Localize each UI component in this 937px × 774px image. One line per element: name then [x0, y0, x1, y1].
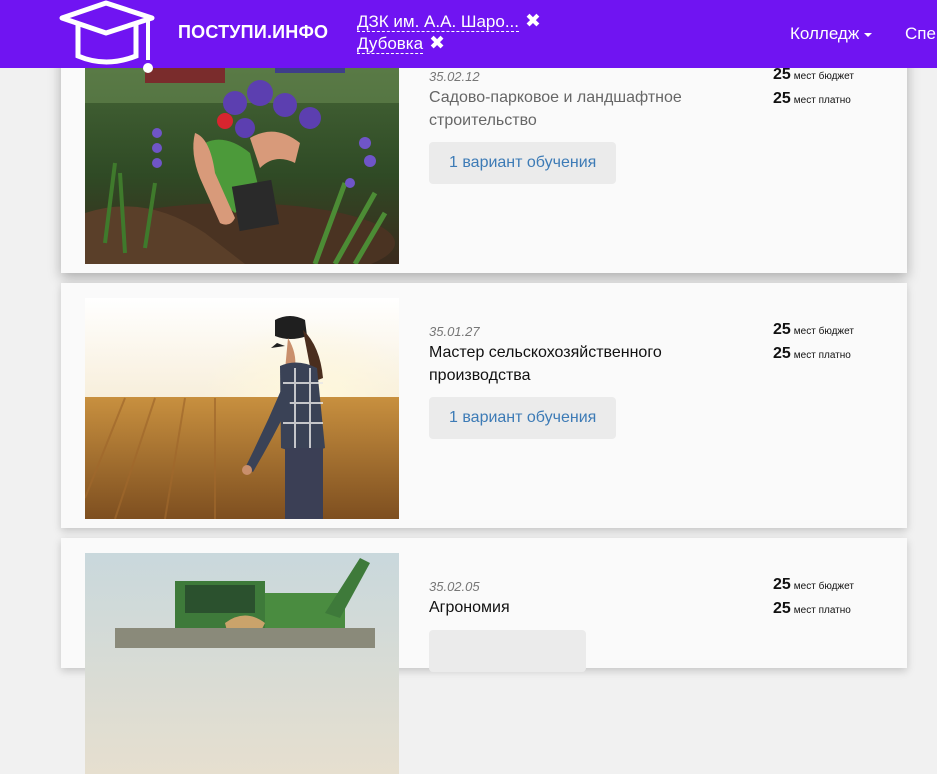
filter-tag-college: ДЗК им. А.А. Шаро... ✖: [357, 10, 541, 33]
paid-count: 25: [773, 90, 791, 107]
places-info: 25 мест бюджет 25 мест платно: [773, 319, 854, 367]
budget-label: мест бюджет: [793, 581, 854, 592]
close-icon[interactable]: ✖: [525, 11, 541, 32]
variants-button[interactable]: 1 вариант обучения: [429, 397, 617, 439]
budget-count: 25: [773, 321, 791, 338]
filter-tag-label[interactable]: ДЗК им. А.А. Шаро...: [357, 12, 519, 32]
nav-college-label: Колледж: [790, 24, 860, 43]
program-title[interactable]: Садово-парковое и ландшафтное строительс…: [429, 86, 729, 132]
paid-label: мест платно: [793, 605, 851, 616]
brand-name[interactable]: ПОСТУПИ.ИНФО: [178, 22, 328, 43]
program-code: 35.02.05: [429, 579, 480, 594]
paid-label: мест платно: [793, 350, 851, 361]
top-navbar: ПОСТУПИ.ИНФО ДЗК им. А.А. Шаро... ✖ Дубов…: [0, 0, 937, 73]
paid-count: 25: [773, 345, 791, 362]
program-title[interactable]: Агрономия: [429, 596, 729, 619]
filter-tag-city: Дубовка ✖: [357, 32, 445, 55]
budget-count: 25: [773, 66, 791, 83]
graduation-cap-logo-icon[interactable]: [58, 0, 158, 80]
filter-tag-label[interactable]: Дубовка: [357, 34, 424, 54]
program-code: 35.02.12: [429, 69, 480, 84]
paid-count: 25: [773, 600, 791, 617]
places-info: 25 мест бюджет 25 мест платно: [773, 574, 854, 622]
nav-specialties-link[interactable]: Спе: [905, 24, 936, 44]
close-icon[interactable]: ✖: [429, 33, 445, 54]
budget-label: мест бюджет: [793, 326, 854, 337]
variants-button[interactable]: [429, 630, 586, 672]
paid-label: мест платно: [793, 95, 851, 106]
program-photo-wheat-field[interactable]: [85, 298, 399, 519]
program-card[interactable]: 35.02.12 Садово-парковое и ландшафтное с…: [61, 40, 907, 273]
program-code: 35.01.27: [429, 324, 480, 339]
budget-label: мест бюджет: [793, 71, 854, 82]
variants-button[interactable]: 1 вариант обучения: [429, 142, 617, 184]
program-photo-harvester[interactable]: [85, 553, 399, 774]
budget-count: 25: [773, 576, 791, 593]
caret-down-icon: [864, 32, 873, 37]
nav-college-dropdown[interactable]: Колледж: [790, 24, 873, 44]
program-card[interactable]: 35.01.27 Мастер сельскохозяйственного пр…: [61, 283, 907, 528]
program-card[interactable]: 35.02.05 Агрономия 25 мест бюджет 25 мест …: [61, 538, 907, 774]
program-title[interactable]: Мастер сельскохозяйственного производств…: [429, 341, 729, 387]
places-info: 25 мест бюджет 25 мест платно: [773, 64, 854, 112]
